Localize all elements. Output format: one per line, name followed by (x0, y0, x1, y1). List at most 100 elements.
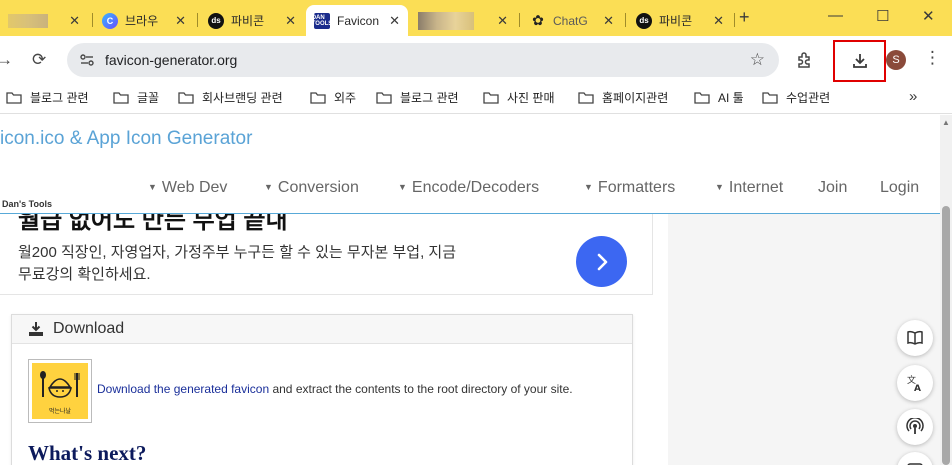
nav-conversion[interactable]: ▼ Conversion (264, 179, 359, 197)
nav-login[interactable]: Login (880, 179, 919, 197)
read-aloud-button[interactable] (897, 409, 933, 445)
ad-arrow-button[interactable] (576, 236, 627, 287)
folder-icon (483, 92, 499, 104)
dans-tools-icon: DAN TOOLS (311, 12, 333, 29)
download-icon (29, 322, 43, 336)
new-tab-button[interactable]: + (739, 7, 750, 28)
download-favicon-link[interactable]: Download the generated favicon (97, 382, 269, 396)
bookmark-folder[interactable]: 외주 (310, 89, 356, 106)
site-settings-icon[interactable] (79, 52, 95, 68)
download-panel-header: Download (12, 315, 632, 344)
bookmark-folder[interactable]: 사진 판매 (483, 89, 555, 106)
extensions-icon[interactable] (795, 50, 815, 70)
bookmark-folder[interactable]: 글꼴 (113, 89, 159, 106)
folder-icon (113, 92, 129, 104)
caret-down-icon: ▼ (398, 182, 407, 192)
caret-down-icon: ▼ (264, 182, 273, 192)
translate-button[interactable]: 文A (897, 365, 933, 401)
tab-browser[interactable]: C 브라우 ✕ (94, 5, 194, 36)
ds-icon: ds (208, 12, 224, 29)
close-tab-icon[interactable]: ✕ (713, 13, 724, 29)
favicon-preview[interactable]: 먹는나날 (28, 359, 92, 423)
bookmark-star-icon[interactable]: ☆ (750, 50, 765, 70)
folder-icon (6, 92, 22, 104)
more-bookmarks-button[interactable]: » (909, 88, 917, 105)
folder-icon (310, 92, 326, 104)
folder-icon (178, 92, 194, 104)
bookmark-folder[interactable]: 블로그 관련 (376, 89, 459, 106)
caret-down-icon: ▼ (584, 182, 593, 192)
close-tab-icon[interactable]: ✕ (175, 13, 186, 29)
folder-icon (694, 92, 710, 104)
download-instructions: Download the generated favicon and extra… (97, 382, 573, 396)
tab-strip: ✕ C 브라우 ✕ ds 파비콘 ✕ DAN TOOLS Favicon ✕ ✕ … (0, 0, 952, 36)
tab-favicon-ko-2[interactable]: ds 파비콘 ✕ (628, 5, 732, 36)
c-circle-icon: C (102, 12, 118, 29)
tab-separator (197, 13, 198, 27)
folder-icon (376, 92, 392, 104)
ad-text-line-2: 무료강의 확인하세요. (18, 266, 151, 283)
bookmark-folder[interactable]: 블로그 관련 (6, 89, 89, 106)
nav-formatters[interactable]: ▼ Formatters (584, 179, 675, 197)
maximize-button[interactable]: ☐ (876, 7, 889, 25)
downloads-button[interactable] (833, 40, 886, 82)
favicon-image: 먹는나날 (32, 363, 88, 419)
site-logo-text[interactable]: Dan's Tools (2, 199, 52, 209)
more-menu-icon[interactable]: ⋮ (924, 48, 941, 68)
address-bar[interactable]: favicon-generator.org ☆ (67, 43, 779, 77)
close-tab-icon[interactable]: ✕ (285, 13, 296, 29)
tab-separator (92, 13, 93, 27)
tab-favicon-ko-1[interactable]: ds 파비콘 ✕ (200, 5, 304, 36)
tab-blurred[interactable]: ✕ (0, 5, 88, 36)
nav-internet[interactable]: ▼ Internet (715, 179, 783, 197)
nav-web-dev[interactable]: ▼ Web Dev (148, 179, 227, 197)
download-panel: Download 먹는나날 Download the generated fav… (11, 314, 633, 465)
caret-down-icon: ▼ (148, 182, 157, 192)
scroll-up-arrow[interactable]: ▲ (940, 118, 952, 127)
tab-separator (519, 13, 520, 27)
bookmarks-bar: 블로그 관련 글꼴 회사브랜딩 관련 외주 블로그 관련 사진 판매 홈페이지관… (0, 84, 952, 114)
close-window-button[interactable]: ✕ (922, 7, 935, 25)
translate-icon: 文A (907, 374, 921, 392)
chevron-right-icon (597, 253, 607, 270)
ds-icon: ds (636, 12, 652, 29)
reload-button[interactable]: ⟳ (32, 50, 46, 70)
close-tab-icon[interactable]: ✕ (389, 13, 400, 29)
site-title[interactable]: icon.ico & App Icon Generator (0, 128, 252, 150)
favicon-caption: 먹는나날 (48, 409, 72, 415)
reading-mode-button[interactable] (897, 320, 933, 356)
nav-encode-decoders[interactable]: ▼ Encode/Decoders (398, 179, 539, 197)
blurred-favicon (8, 13, 48, 28)
close-tab-icon[interactable]: ✕ (603, 13, 614, 29)
minimize-button[interactable]: — (828, 7, 843, 24)
caret-down-icon: ▼ (715, 182, 724, 192)
blurred-favicon (418, 11, 474, 30)
tab-blurred-2[interactable]: ✕ (410, 5, 516, 36)
whats-next-heading: What's next? (28, 441, 147, 465)
advertisement[interactable]: 월급 없어도 만든 부업 끝내 월200 직장인, 자영업자, 가정주부 누구든… (0, 214, 653, 295)
forward-button[interactable]: → (0, 50, 13, 70)
tab-separator (625, 13, 626, 27)
chat-icon (907, 463, 923, 465)
web-page: icon.ico & App Icon Generator ▼ Web Dev ▼… (0, 115, 940, 465)
url-text: favicon-generator.org (105, 52, 238, 68)
browser-toolbar: → ⟳ favicon-generator.org ☆ S ⋮ (0, 36, 952, 84)
tab-separator (734, 13, 735, 27)
bookmark-folder[interactable]: 수업관련 (762, 89, 830, 106)
svg-text:A: A (914, 384, 921, 392)
profile-avatar[interactable]: S (886, 50, 906, 70)
podcast-icon (906, 418, 924, 434)
tab-chatgpt[interactable]: ✿ ChatG ✕ (522, 5, 622, 36)
tab-favicon-active[interactable]: DAN TOOLS Favicon ✕ (306, 5, 408, 36)
ad-text-line-1: 월200 직장인, 자영업자, 가정주부 누구든 할 수 있는 무자본 부업, … (18, 244, 457, 261)
download-icon (852, 54, 867, 68)
scrollbar-thumb[interactable] (942, 206, 950, 465)
close-tab-icon[interactable]: ✕ (497, 13, 508, 29)
nav-join[interactable]: Join (818, 179, 847, 197)
bookmark-folder[interactable]: 회사브랜딩 관련 (178, 89, 283, 106)
bookmark-folder[interactable]: 홈페이지관련 (578, 89, 668, 106)
bookmark-folder[interactable]: AI 툴 (694, 89, 744, 106)
ad-headline: 월급 없어도 만든 부업 끝내 (18, 214, 288, 234)
close-tab-icon[interactable]: ✕ (69, 13, 80, 29)
book-icon (907, 330, 923, 345)
